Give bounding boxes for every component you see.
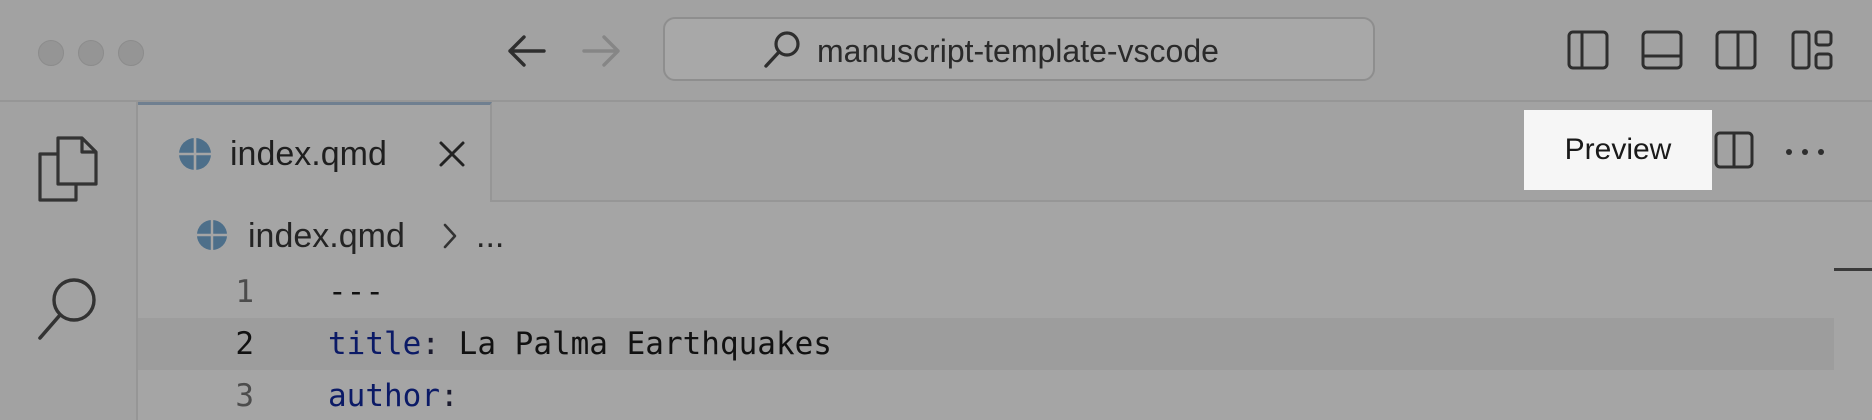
quarto-file-icon	[179, 138, 211, 170]
yaml-value: La Palma Earthquakes	[440, 326, 832, 362]
more-actions-icon[interactable]	[1780, 128, 1830, 172]
chevron-right-icon	[443, 223, 457, 249]
yaml-colon: :	[421, 326, 440, 362]
title-bar: manuscript-template-vscode	[0, 0, 1872, 102]
line-text: title: La Palma Earthquakes	[328, 318, 832, 370]
close-icon[interactable]	[436, 138, 468, 170]
workspace-name: manuscript-template-vscode	[817, 33, 1219, 69]
toggle-panel-icon[interactable]	[1640, 28, 1684, 72]
code-line: 3 author:	[138, 370, 1834, 420]
yaml-key: author	[328, 378, 440, 414]
preview-button[interactable]: Preview	[1524, 110, 1712, 190]
explorer-files-icon[interactable]	[32, 132, 104, 204]
activity-bar	[0, 102, 138, 420]
breadcrumb-file[interactable]: index.qmd	[248, 216, 405, 256]
toggle-secondary-sidebar-icon[interactable]	[1714, 28, 1758, 72]
editor-window: manuscript-template-vscode index.qmd Pre…	[0, 0, 1872, 420]
search-view-icon[interactable]	[32, 272, 104, 344]
yaml-key: title	[328, 326, 422, 362]
line-number: 2	[235, 326, 254, 362]
tab-index-qmd[interactable]: index.qmd	[138, 102, 492, 202]
search-icon	[764, 31, 800, 68]
arrow-right-icon[interactable]	[580, 30, 624, 72]
customize-layout-icon[interactable]	[1790, 28, 1834, 72]
line-number: 3	[235, 378, 254, 414]
command-center-search[interactable]: manuscript-template-vscode	[663, 17, 1375, 81]
code-line-current: 2 title: La Palma Earthquakes	[138, 318, 1834, 370]
line-text: author:	[328, 370, 459, 420]
line-text: ---	[328, 274, 384, 310]
close-window-button[interactable]	[38, 40, 64, 66]
code-line: 1 ---	[138, 266, 1834, 318]
zoom-window-button[interactable]	[118, 40, 144, 66]
breadcrumb-symbols[interactable]: ...	[476, 216, 504, 256]
line-number: 1	[235, 274, 254, 310]
minimize-window-button[interactable]	[78, 40, 104, 66]
quarto-file-icon	[196, 219, 228, 251]
tab-label: index.qmd	[230, 135, 387, 173]
arrow-left-icon[interactable]	[504, 30, 548, 72]
toggle-primary-sidebar-icon[interactable]	[1566, 28, 1610, 72]
yaml-colon: :	[439, 378, 459, 414]
code-editor[interactable]: 1 --- 2 title: La Palma Earthquakes 3 au…	[138, 266, 1872, 420]
split-editor-icon[interactable]	[1712, 128, 1756, 172]
